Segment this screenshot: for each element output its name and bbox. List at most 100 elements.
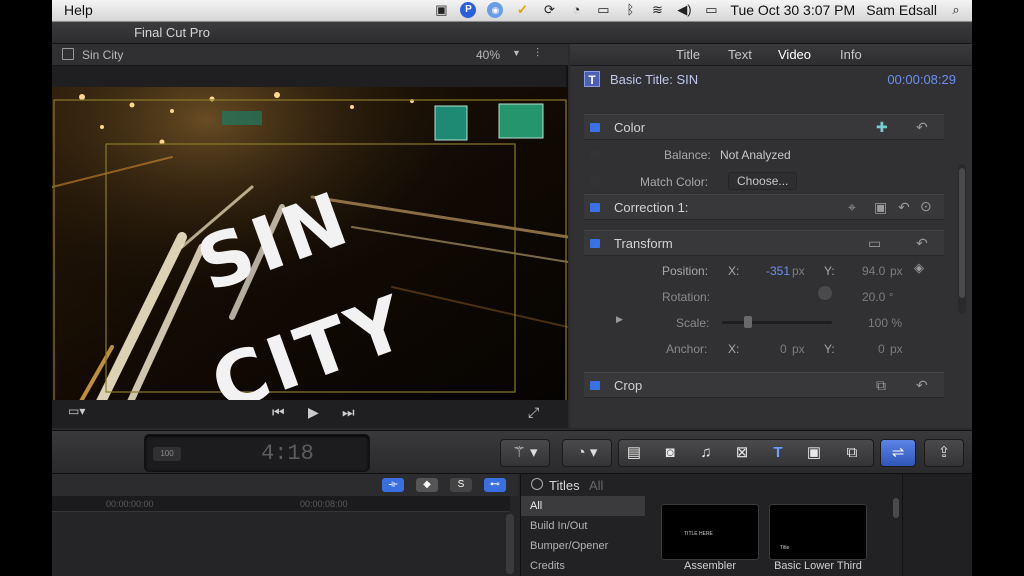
scale-value[interactable]: 100 % — [868, 316, 902, 330]
crop-reset-icon[interactable]: ↶ — [916, 377, 928, 394]
audio-skimming-icon[interactable]: ◆ — [416, 478, 438, 492]
scale-slider-track[interactable] — [722, 321, 832, 324]
next-edit-icon[interactable]: ⏭ — [342, 404, 355, 421]
view-options-icon[interactable]: ⫶ — [536, 46, 539, 61]
share-icon: ⇪ — [937, 444, 951, 461]
browser-scrollbar[interactable] — [893, 498, 899, 518]
category-all[interactable]: All — [521, 496, 645, 516]
category-build-in-out[interactable]: Build In/Out — [521, 516, 645, 536]
transitions-browser-icon[interactable]: ⊠ — [731, 442, 753, 464]
position-x-value[interactable]: -351 — [766, 264, 790, 278]
scale-slider-knob[interactable] — [744, 316, 752, 328]
thumbnail-basic-lower-third[interactable]: Title — [769, 504, 867, 560]
spotlight-icon[interactable]: ⌕ — [948, 2, 964, 18]
scale-disclosure-icon[interactable]: ▶ — [616, 314, 623, 325]
photo-browser-icon[interactable]: ◙ — [659, 442, 681, 464]
play-icon[interactable]: ▶ — [308, 404, 319, 421]
rotation-dial[interactable] — [818, 286, 832, 300]
position-x-unit: px — [792, 264, 805, 278]
clip-appearance-icon[interactable]: ⟛ — [382, 478, 404, 492]
correction-mask-icon[interactable]: ⌖ — [848, 199, 856, 216]
color-board-icon[interactable]: ✚ — [876, 119, 888, 136]
checkmark-icon[interactable]: ✓ — [514, 2, 530, 18]
inspector-toggle-button[interactable]: ⇌ — [880, 439, 916, 467]
anchor-x-value[interactable]: 0 — [780, 342, 787, 356]
viewer-display-icon[interactable]: ▭▾ — [68, 404, 85, 418]
anchor-y-value[interactable]: 0 — [878, 342, 885, 356]
titles-browser-icon[interactable]: T — [767, 442, 789, 464]
previous-edit-icon[interactable]: ⏮ — [272, 404, 285, 421]
display-icon[interactable]: ▭ — [595, 2, 611, 18]
tab-video[interactable]: Video — [778, 47, 811, 62]
transform-section-header[interactable]: Transform ▭ ↶ — [584, 230, 944, 256]
transform-enable-checkbox[interactable] — [590, 239, 600, 248]
final-cut-pro-window: Help ▣ P ◉ ✓ ⟳ ◔ ▭ ᛒ ≋ ◀) ▭ Tue Oct 30 3… — [52, 0, 972, 576]
transform-onscreen-icon[interactable]: ▭ — [868, 235, 881, 252]
menu-clock[interactable]: Tue Oct 30 3:07 PM — [730, 2, 855, 18]
volume-icon[interactable]: ◀) — [676, 2, 692, 18]
wifi-icon[interactable]: ≋ — [649, 2, 665, 18]
match-color-checkbox[interactable] — [590, 176, 600, 185]
transform-reset-icon[interactable]: ↶ — [916, 235, 928, 252]
crop-section-header[interactable]: Crop ⧉ ↶ — [584, 372, 944, 398]
titles-browser-header: Titles All — [521, 474, 903, 496]
thumbnail-label-assembler[interactable]: Assembler — [655, 560, 765, 572]
viewer-canvas[interactable]: SIN CITY — [52, 87, 568, 420]
inspector-scroll-thumb[interactable] — [959, 168, 965, 298]
enhance-menu-button[interactable]: ⚚ ▾ — [500, 439, 550, 467]
tab-title[interactable]: Title — [676, 47, 700, 62]
position-y-value[interactable]: 94.0 — [862, 264, 885, 278]
viewer-zoom[interactable]: 40% — [476, 48, 500, 62]
thumbnail-label-basic-lower-third[interactable]: Basic Lower Third — [763, 560, 873, 572]
globe-icon[interactable]: ◉ — [487, 2, 504, 18]
correction-section-header[interactable]: Correction 1: ⌖ ▣ ↶ ⊙ — [584, 194, 944, 220]
themes-browser-icon[interactable]: ⧉ — [841, 442, 863, 464]
camera-icon[interactable]: ▣ — [433, 2, 449, 18]
music-browser-icon[interactable]: ♫ — [695, 442, 717, 464]
bluetooth-icon[interactable]: ᛒ — [622, 2, 638, 18]
choose-button[interactable]: Choose... — [728, 172, 798, 190]
tab-info[interactable]: Info — [840, 47, 862, 62]
battery-icon[interactable]: ▭ — [703, 2, 719, 18]
keyframe-icon[interactable]: ◈ — [914, 260, 924, 276]
solo-icon[interactable]: S — [450, 478, 472, 492]
generators-browser-icon[interactable]: ▣ — [803, 442, 825, 464]
color-enable-checkbox[interactable] — [590, 123, 600, 132]
retime-menu-button[interactable]: ◔ ▾ — [562, 439, 612, 467]
correction-reset-icon[interactable]: ↶ — [898, 199, 910, 216]
correction-board-icon[interactable]: ▣ — [874, 199, 887, 216]
crop-onscreen-icon[interactable]: ⧉ — [876, 377, 886, 394]
menu-help[interactable]: Help — [64, 2, 93, 18]
anchor-y-unit: px — [890, 342, 903, 356]
menu-user[interactable]: Sam Edsall — [866, 2, 937, 18]
snapping-icon[interactable]: ⊷ — [484, 478, 506, 492]
position-x-label: X: — [728, 264, 740, 278]
dashboard[interactable]: 100 4:18 — [144, 434, 370, 472]
share-button[interactable]: ⇪ — [924, 439, 964, 467]
color-reset-icon[interactable]: ↶ — [916, 119, 928, 136]
zoom-dropdown-icon[interactable]: ▼ — [512, 48, 521, 58]
sync-icon[interactable]: ⟳ — [541, 2, 557, 18]
dashboard-badge: 100 — [153, 447, 181, 461]
dashboard-timecode: 4:18 — [261, 441, 314, 466]
fullscreen-icon[interactable]: ⤢ — [528, 404, 539, 421]
balance-checkbox[interactable] — [590, 150, 600, 159]
category-credits[interactable]: Credits — [521, 556, 645, 576]
thumbnail-assembler[interactable]: TITLE HERE — [661, 504, 759, 560]
media-browser-icon[interactable]: ▤ — [623, 442, 645, 464]
timeline-scrollbar[interactable] — [506, 514, 514, 574]
tab-text[interactable]: Text — [728, 47, 752, 62]
crop-enable-checkbox[interactable] — [590, 381, 600, 390]
rotation-value[interactable]: 20.0 ° — [862, 290, 894, 304]
correction-enable-checkbox[interactable] — [590, 203, 600, 212]
magic-wand-icon: ⚚ — [512, 444, 526, 461]
highway-sign-3 — [222, 111, 262, 125]
correction-options-icon[interactable]: ⊙ — [920, 198, 932, 215]
p-icon[interactable]: P — [460, 2, 477, 18]
category-bumper-opener[interactable]: Bumper/Opener — [521, 536, 645, 556]
titles-scope[interactable]: All — [589, 478, 603, 493]
timeline-ruler[interactable]: 00:00:00:00 00:00:08:00 — [52, 496, 510, 512]
color-section-header[interactable]: Color ✚ ↶ — [584, 114, 944, 140]
time-machine-icon[interactable]: ◔ — [568, 2, 584, 18]
position-y-unit: px — [890, 264, 903, 278]
